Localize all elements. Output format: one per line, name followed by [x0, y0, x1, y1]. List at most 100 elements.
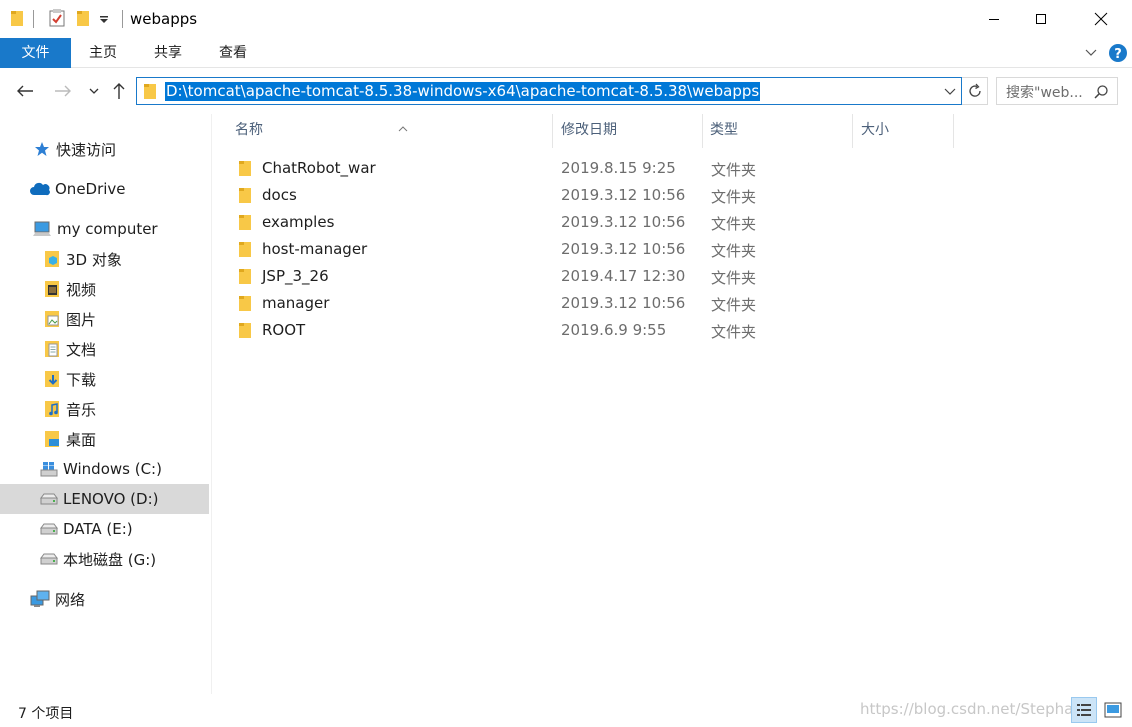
folder-icon — [238, 268, 252, 289]
tab-share[interactable]: 共享 — [143, 38, 193, 68]
file-type: 文件夹 — [711, 188, 757, 206]
column-header-date[interactable]: 修改日期 — [551, 114, 703, 148]
properties-icon[interactable] — [49, 9, 65, 31]
details-view-icon — [1077, 704, 1091, 716]
search-input[interactable]: 搜索"web... — [1006, 82, 1083, 102]
file-name[interactable]: examples — [262, 213, 334, 231]
item-count: 7 个项目 — [18, 706, 74, 722]
chevron-down-icon — [89, 88, 99, 94]
file-row[interactable]: docs 2019.3.12 10:56 文件夹 — [232, 183, 1132, 210]
desktop-icon — [43, 430, 61, 448]
video-icon — [43, 280, 61, 298]
column-header-name[interactable]: 名称 — [225, 114, 553, 148]
file-row[interactable]: host-manager 2019.3.12 10:56 文件夹 — [232, 237, 1132, 264]
expand-ribbon-icon[interactable] — [1084, 46, 1098, 64]
column-label: 名称 — [235, 122, 263, 138]
column-label: 类型 — [710, 122, 738, 138]
column-label: 修改日期 — [561, 122, 617, 138]
file-row[interactable]: JSP_3_26 2019.4.17 12:30 文件夹 — [232, 264, 1132, 291]
cloud-icon — [30, 180, 50, 198]
refresh-button[interactable] — [962, 77, 988, 105]
search-icon[interactable] — [1093, 84, 1109, 104]
file-type: 文件夹 — [711, 215, 757, 233]
ribbon-tabs: 文件 主页 共享 查看 ? — [0, 38, 1132, 68]
file-date: 2019.3.12 10:56 — [561, 186, 686, 204]
close-button[interactable] — [1078, 0, 1124, 38]
nav-label: LENOVO (D:) — [63, 490, 159, 508]
file-type: 文件夹 — [711, 296, 757, 314]
details-view-button[interactable] — [1071, 697, 1097, 723]
minimize-button[interactable] — [971, 0, 1017, 38]
nav-drive-g[interactable]: 本地磁盘 (G:) — [0, 544, 209, 574]
large-icons-view-button[interactable] — [1100, 697, 1126, 723]
file-name[interactable]: JSP_3_26 — [262, 267, 329, 285]
address-dropdown-icon[interactable] — [943, 84, 957, 102]
forward-button[interactable] — [52, 80, 74, 102]
tab-file[interactable]: 文件 — [0, 38, 71, 68]
file-type: 文件夹 — [711, 269, 757, 287]
svg-text:?: ? — [1114, 47, 1122, 62]
file-name[interactable]: host-manager — [262, 240, 367, 258]
tab-view[interactable]: 查看 — [208, 38, 258, 68]
large-icons-view-icon — [1104, 702, 1122, 718]
folder-icon — [238, 187, 252, 208]
column-header-size[interactable]: 大小 — [851, 114, 954, 148]
pictures-icon — [43, 310, 61, 328]
file-name[interactable]: docs — [262, 186, 297, 204]
maximize-button[interactable] — [1018, 0, 1064, 38]
nav-quick-access[interactable]: 快速访问 — [0, 134, 209, 164]
nav-music[interactable]: 音乐 — [0, 394, 209, 424]
file-name[interactable]: ROOT — [262, 321, 305, 339]
refresh-icon — [968, 83, 981, 97]
watermark: https://blog.csdn.net/Stephan... — [860, 700, 1098, 718]
column-label: 大小 — [861, 122, 889, 138]
nav-pictures[interactable]: 图片 — [0, 304, 209, 334]
close-icon — [1094, 12, 1108, 26]
file-name[interactable]: manager — [262, 294, 329, 312]
nav-downloads[interactable]: 下载 — [0, 364, 209, 394]
back-button[interactable] — [14, 80, 36, 102]
new-folder-icon[interactable] — [76, 9, 90, 31]
divider — [33, 10, 34, 28]
file-date: 2019.8.15 9:25 — [561, 159, 676, 177]
nav-label: Windows (C:) — [63, 460, 162, 478]
nav-documents[interactable]: 文档 — [0, 334, 209, 364]
nav-label: 网络 — [55, 590, 86, 609]
file-date: 2019.3.12 10:56 — [561, 213, 686, 231]
nav-label: 本地磁盘 (G:) — [63, 550, 157, 569]
nav-label: 3D 对象 — [66, 250, 122, 269]
search-box[interactable]: 搜索"web... — [996, 77, 1118, 105]
nav-this-pc[interactable]: my computer — [0, 214, 209, 244]
nav-label: 图片 — [66, 310, 97, 329]
music-icon — [43, 400, 61, 418]
nav-videos[interactable]: 视频 — [0, 274, 209, 304]
folder-icon — [10, 9, 24, 31]
file-type: 文件夹 — [711, 161, 757, 179]
file-row[interactable]: examples 2019.3.12 10:56 文件夹 — [232, 210, 1132, 237]
column-header-type[interactable]: 类型 — [700, 114, 853, 148]
nav-desktop[interactable]: 桌面 — [0, 424, 209, 454]
file-row[interactable]: ROOT 2019.6.9 9:55 文件夹 — [232, 318, 1132, 345]
nav-network[interactable]: 网络 — [0, 584, 209, 614]
file-name[interactable]: ChatRobot_war — [262, 159, 376, 177]
tab-home[interactable]: 主页 — [78, 38, 128, 68]
file-row[interactable]: ChatRobot_war 2019.8.15 9:25 文件夹 — [232, 156, 1132, 183]
address-bar[interactable]: D:\tomcat\apache-tomcat-8.5.38-windows-x… — [136, 77, 962, 105]
folder-icon — [143, 82, 157, 104]
windows-drive-icon — [40, 460, 58, 478]
nav-3d-objects[interactable]: 3D 对象 — [0, 244, 209, 274]
customize-toolbar-icon[interactable] — [99, 13, 109, 29]
nav-drive-d[interactable]: LENOVO (D:) — [0, 484, 209, 514]
nav-label: DATA (E:) — [63, 520, 133, 538]
up-button[interactable] — [108, 80, 130, 102]
file-row[interactable]: manager 2019.3.12 10:56 文件夹 — [232, 291, 1132, 318]
help-icon[interactable]: ? — [1108, 43, 1128, 67]
nav-drive-e[interactable]: DATA (E:) — [0, 514, 209, 544]
nav-drive-c[interactable]: Windows (C:) — [0, 454, 209, 484]
documents-icon — [43, 340, 61, 358]
computer-icon — [32, 220, 52, 238]
folder-icon — [238, 241, 252, 262]
recent-locations-button[interactable] — [83, 80, 105, 102]
address-path[interactable]: D:\tomcat\apache-tomcat-8.5.38-windows-x… — [165, 82, 761, 101]
nav-onedrive[interactable]: OneDrive — [0, 174, 209, 204]
